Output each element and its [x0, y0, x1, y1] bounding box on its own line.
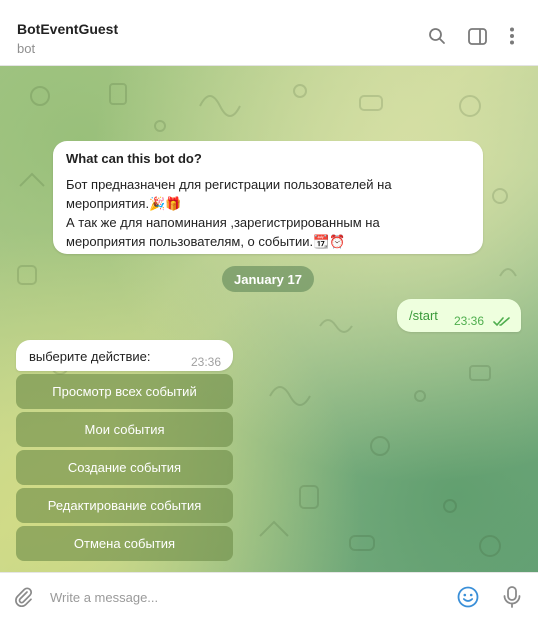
microphone-icon[interactable]: [501, 585, 523, 609]
sidebar-toggle-icon[interactable]: [467, 26, 487, 46]
bot-info-line: Бот предназначен для регистрации пользов…: [66, 177, 392, 192]
keyboard-button-create-event[interactable]: Создание события: [16, 450, 233, 485]
keyboard-button-edit-event[interactable]: Редактирование события: [16, 488, 233, 523]
incoming-message[interactable]: выберите действие: 23:36: [16, 340, 233, 371]
keyboard-button-view-all-events[interactable]: Просмотр всех событий: [16, 374, 233, 409]
bot-info-card: What can this bot do? Бот предназначен д…: [53, 141, 483, 254]
keyboard-button-my-events[interactable]: Мои события: [16, 412, 233, 447]
chat-header: BotEventGuest bot: [0, 0, 538, 66]
bot-info-title: What can this bot do?: [66, 151, 202, 166]
paperclip-icon[interactable]: [12, 586, 34, 608]
incoming-message-time: 23:36: [191, 355, 222, 369]
bot-info-line: мероприятия пользователям, о событии.📆⏰: [66, 234, 346, 249]
outgoing-message[interactable]: /start 23:36: [397, 299, 521, 332]
double-check-icon: [493, 314, 511, 332]
chat-messages-area: What can this bot do? Бот предназначен д…: [0, 66, 538, 572]
more-vertical-icon[interactable]: [502, 26, 522, 46]
emoji-icon[interactable]: [457, 586, 479, 608]
message-composer: [0, 572, 538, 618]
outgoing-message-text: /start: [409, 308, 438, 323]
date-separator: January 17: [222, 266, 314, 292]
chat-title[interactable]: BotEventGuest: [17, 21, 118, 37]
outgoing-message-time: 23:36: [454, 314, 485, 328]
chat-subtitle: bot: [17, 41, 36, 56]
bot-info-line: А так же для напоминания ,зарегистрирова…: [66, 215, 380, 230]
bot-info-line: мероприятия.🎉🎁: [66, 196, 182, 211]
keyboard-button-cancel-event[interactable]: Отмена события: [16, 526, 233, 561]
search-icon[interactable]: [427, 26, 447, 46]
incoming-message-text: выберите действие:: [29, 349, 151, 364]
message-input[interactable]: [50, 585, 440, 609]
